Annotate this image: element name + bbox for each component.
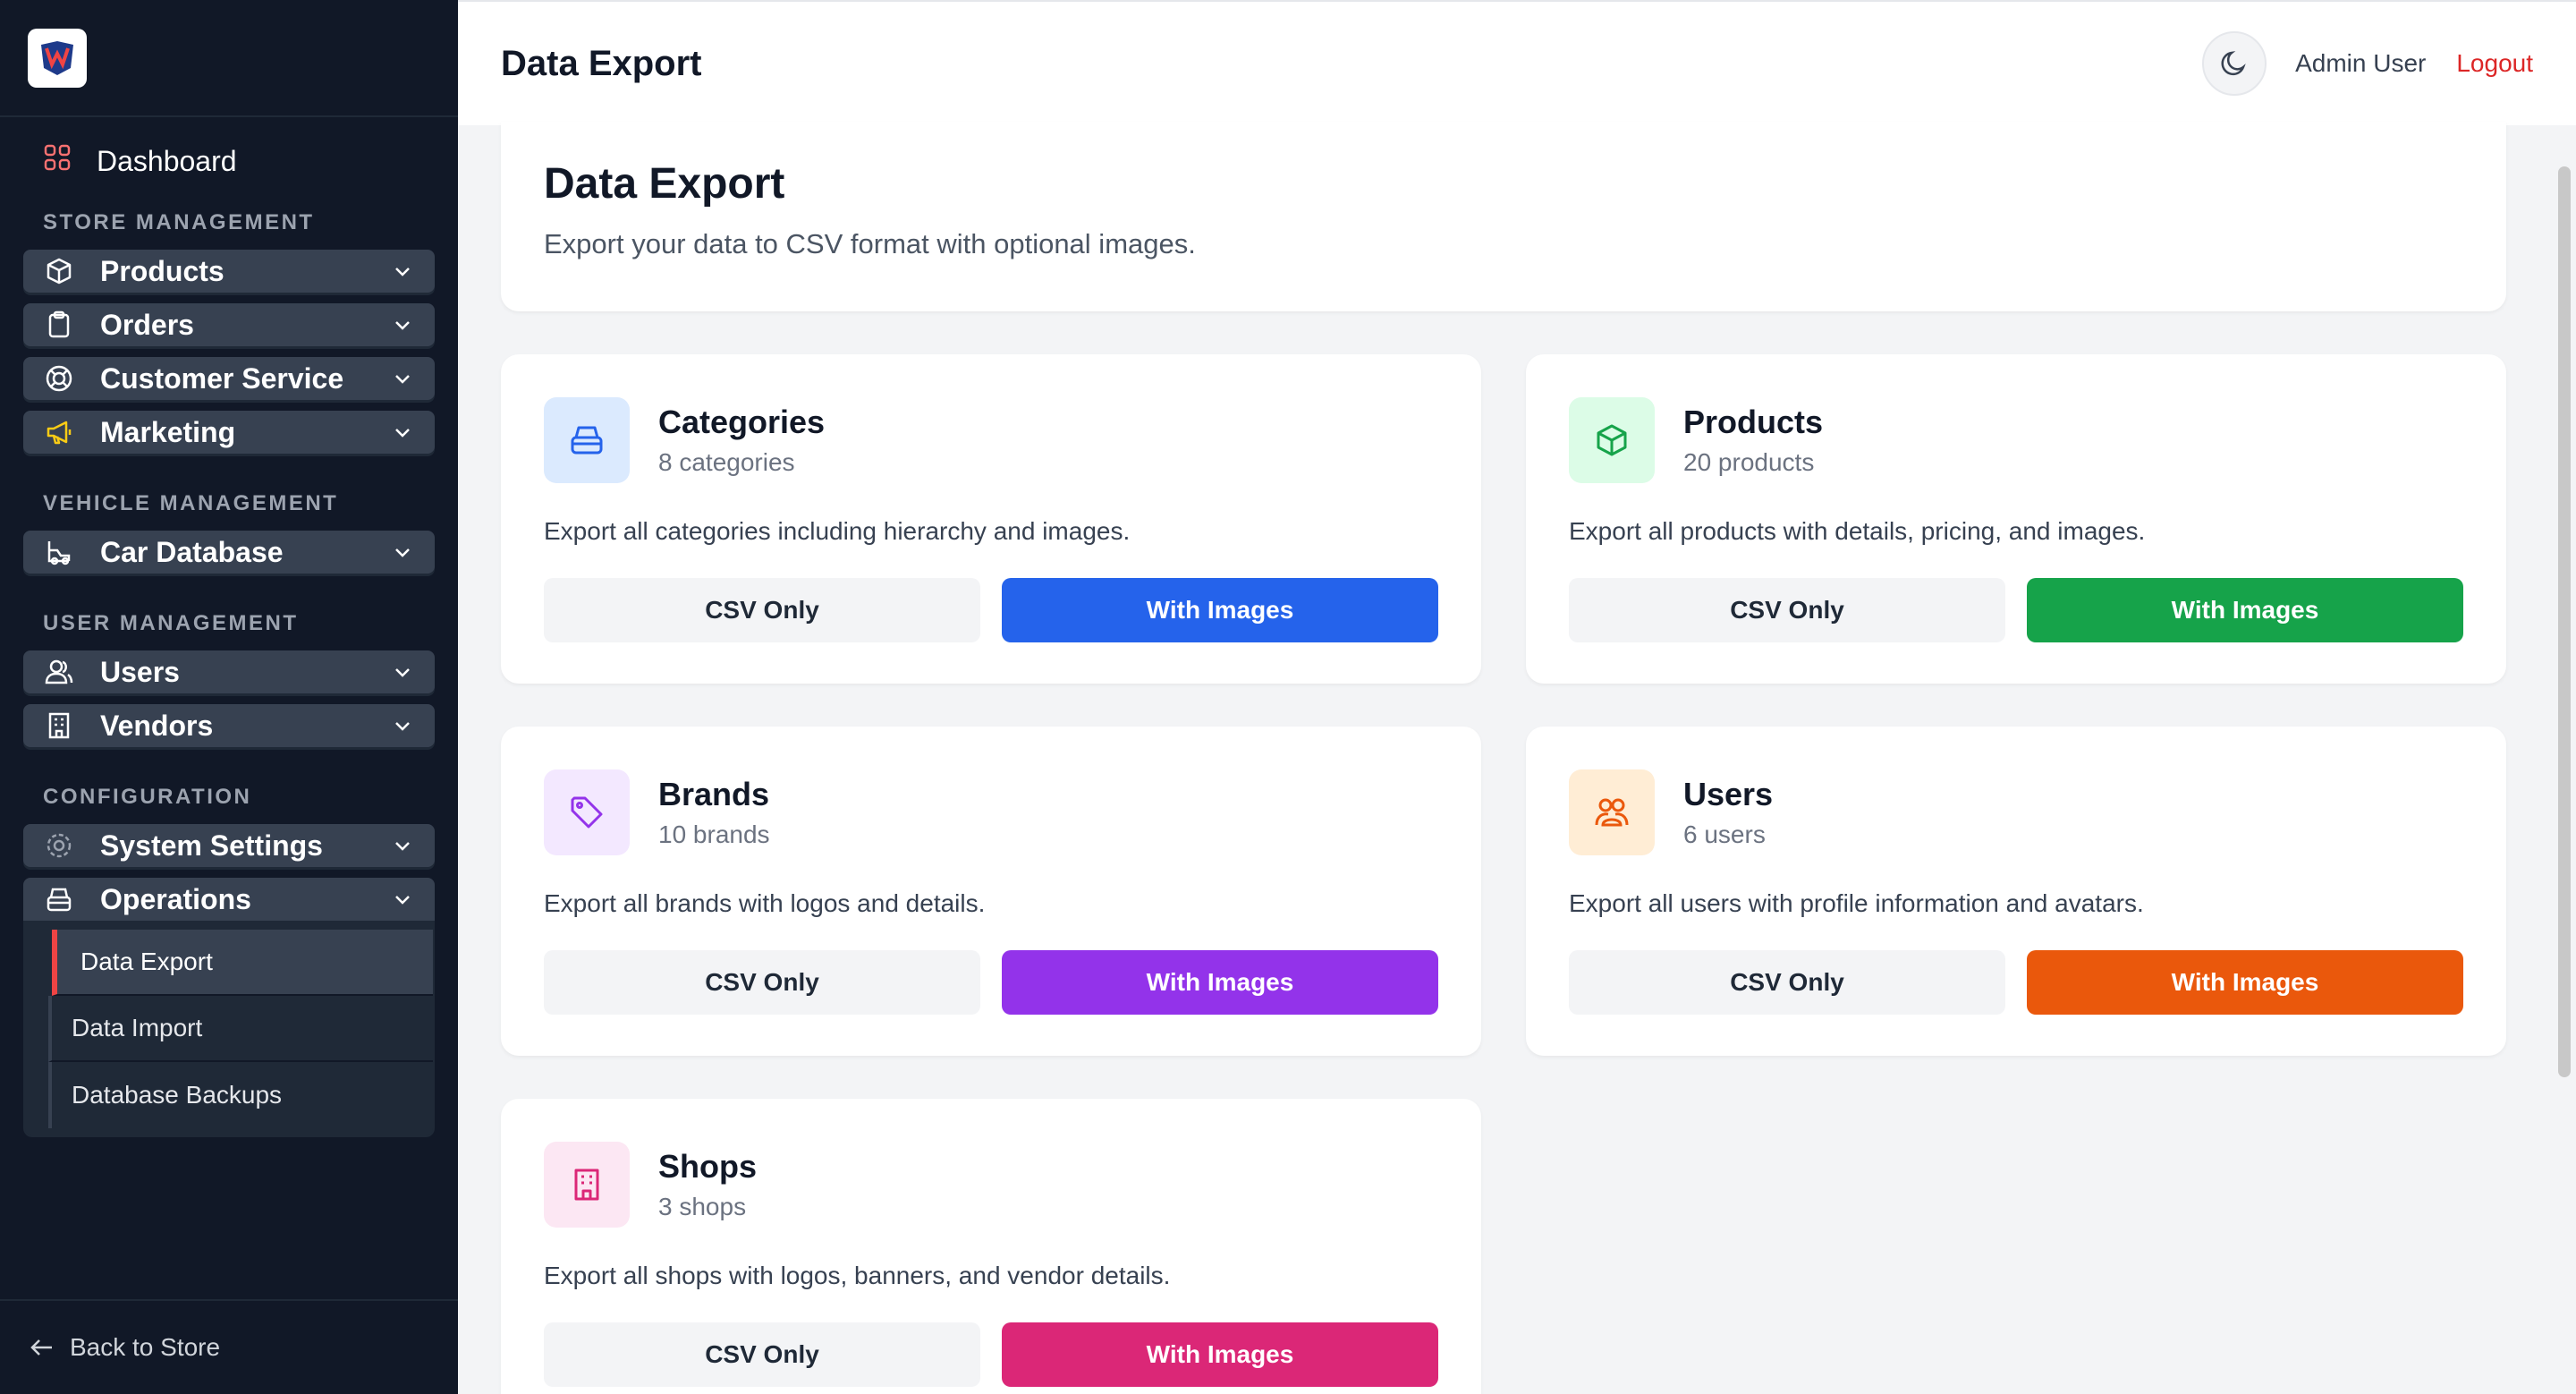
- moon-icon: [2221, 51, 2246, 76]
- submenu-item-data-export[interactable]: Data Export: [52, 930, 433, 996]
- sidebar-item-label: Users: [100, 655, 180, 688]
- sidebar: Dashboard STORE MANAGEMENT Products Orde…: [0, 0, 458, 1394]
- with-images-button[interactable]: With Images: [2027, 950, 2463, 1015]
- page-title: Data Export: [501, 43, 702, 83]
- chevron-down-icon: [392, 541, 413, 563]
- back-to-store-label: Back to Store: [70, 1333, 221, 1361]
- intro-subtitle: Export your data to CSV format with opti…: [544, 228, 1196, 259]
- csv-only-button[interactable]: CSV Only: [544, 950, 980, 1015]
- user-name[interactable]: Admin User: [2295, 49, 2426, 78]
- theme-toggle-button[interactable]: [2202, 31, 2267, 96]
- sidebar-item-label: Dashboard: [97, 144, 237, 177]
- logo-area: [0, 0, 458, 117]
- with-images-button[interactable]: With Images: [2027, 578, 2463, 642]
- sidebar-item-label: Products: [100, 254, 225, 287]
- cube-icon: [1569, 397, 1655, 483]
- sidebar-item-label: System Settings: [100, 829, 323, 862]
- chevron-down-icon: [392, 835, 413, 856]
- submenu-item-database-backups[interactable]: Database Backups: [48, 1062, 433, 1128]
- card-description: Export all users with profile informatio…: [1569, 889, 2144, 917]
- sidebar-item-label: Operations: [100, 882, 251, 915]
- sidebar-item-products[interactable]: Products: [23, 250, 435, 293]
- intro-title: Data Export: [544, 160, 785, 208]
- card-description: Export all brands with logos and details…: [544, 889, 986, 917]
- chevron-down-icon: [392, 260, 413, 282]
- archive-icon: [544, 397, 630, 483]
- section-title-user: USER MANAGEMENT: [43, 611, 299, 635]
- sidebar-item-operations[interactable]: Operations: [23, 878, 435, 921]
- app-logo[interactable]: [28, 28, 87, 88]
- sidebar-item-label: Marketing: [100, 415, 236, 448]
- card-description: Export all categories including hierarch…: [544, 517, 1131, 545]
- chevron-down-icon: [392, 661, 413, 683]
- users-icon: [1569, 769, 1655, 855]
- card-count: 20 products: [1683, 448, 1815, 476]
- chevron-down-icon: [392, 888, 413, 910]
- chevron-down-icon: [392, 421, 413, 443]
- export-card-categories: Categories 8 categories Export all categ…: [501, 354, 1481, 684]
- building-icon: [544, 1142, 630, 1228]
- megaphone-icon: [45, 418, 79, 446]
- sidebar-item-users[interactable]: Users: [23, 650, 435, 693]
- sidebar-item-label: Orders: [100, 308, 194, 341]
- back-to-store-link[interactable]: Back to Store: [0, 1299, 458, 1394]
- export-card-users: Users 6 users Export all users with prof…: [1526, 727, 2506, 1056]
- csv-only-button[interactable]: CSV Only: [1569, 578, 2005, 642]
- building-icon: [45, 711, 79, 740]
- card-count: 3 shops: [658, 1193, 747, 1220]
- sidebar-item-vendors[interactable]: Vendors: [23, 704, 435, 747]
- section-title-vehicle: VEHICLE MANAGEMENT: [43, 491, 339, 515]
- card-title: Brands: [658, 776, 770, 812]
- card-title: Shops: [658, 1148, 758, 1185]
- card-title: Users: [1683, 776, 1774, 812]
- section-title-store: STORE MANAGEMENT: [43, 210, 315, 234]
- grid-icon: [43, 143, 72, 179]
- chevron-down-icon: [392, 314, 413, 336]
- sidebar-item-system-settings[interactable]: System Settings: [23, 824, 435, 867]
- export-card-shops: Shops 3 shops Export all shops with logo…: [501, 1099, 1481, 1394]
- sidebar-item-car-database[interactable]: Car Database: [23, 531, 435, 574]
- with-images-button[interactable]: With Images: [1002, 950, 1438, 1015]
- submenu-item-data-import[interactable]: Data Import: [48, 996, 433, 1062]
- sidebar-item-label: Car Database: [100, 535, 284, 568]
- lifebuoy-icon: [45, 364, 79, 393]
- export-card-brands: Brands 10 brands Export all brands with …: [501, 727, 1481, 1056]
- logout-link[interactable]: Logout: [2456, 49, 2533, 78]
- sidebar-item-orders[interactable]: Orders: [23, 303, 435, 346]
- top-header: Data Export Admin User Logout: [458, 0, 2576, 125]
- section-title-config: CONFIGURATION: [43, 785, 252, 809]
- arrow-left-icon: [29, 1334, 55, 1361]
- export-card-products: Products 20 products Export all products…: [1526, 354, 2506, 684]
- chevron-down-icon: [392, 715, 413, 736]
- users-icon: [45, 658, 79, 686]
- sidebar-item-label: Customer Service: [100, 361, 344, 395]
- sidebar-item-dashboard[interactable]: Dashboard: [0, 117, 458, 205]
- card-description: Export all shops with logos, banners, an…: [544, 1262, 1171, 1289]
- chevron-down-icon: [392, 368, 413, 389]
- sidebar-item-marketing[interactable]: Marketing: [23, 411, 435, 454]
- csv-only-button[interactable]: CSV Only: [544, 578, 980, 642]
- box-icon: [45, 257, 79, 285]
- card-description: Export all products with details, pricin…: [1569, 517, 2146, 545]
- with-images-button[interactable]: With Images: [1002, 1322, 1438, 1387]
- operations-submenu: Data Export Data Import Database Backups: [23, 921, 435, 1137]
- car-icon: [45, 538, 79, 566]
- card-title: Products: [1683, 404, 1824, 440]
- with-images-button[interactable]: With Images: [1002, 578, 1438, 642]
- card-title: Categories: [658, 404, 826, 440]
- card-count: 8 categories: [658, 448, 795, 476]
- archive-icon: [45, 885, 79, 914]
- page-scrollbar[interactable]: [2558, 166, 2571, 1077]
- sidebar-item-label: Vendors: [100, 709, 214, 742]
- gear-icon: [45, 831, 79, 860]
- tag-icon: [544, 769, 630, 855]
- csv-only-button[interactable]: CSV Only: [1569, 950, 2005, 1015]
- sidebar-item-customer-service[interactable]: Customer Service: [23, 357, 435, 400]
- csv-only-button[interactable]: CSV Only: [544, 1322, 980, 1387]
- card-count: 10 brands: [658, 820, 770, 848]
- clipboard-icon: [45, 310, 79, 339]
- card-count: 6 users: [1683, 820, 1766, 848]
- intro-panel: Data Export Export your data to CSV form…: [501, 122, 2506, 311]
